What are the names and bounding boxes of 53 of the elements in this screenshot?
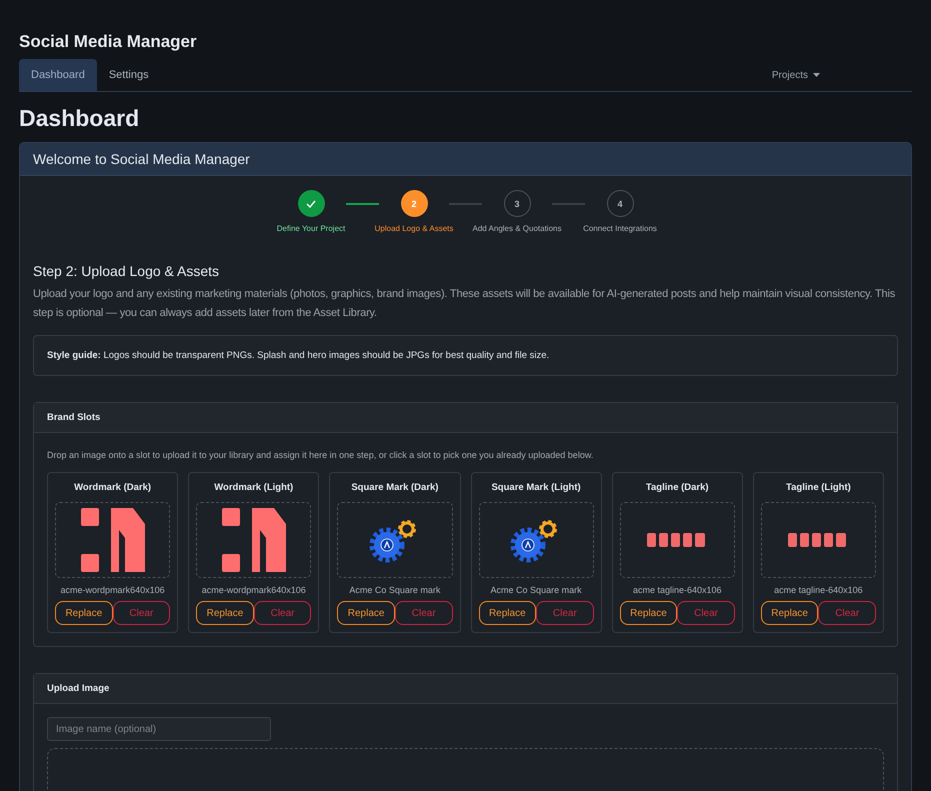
brand-slots-hint: Drop an image onto a slot to upload it to your library and assign it here in one step, or click a slot to pick one you already uploaded below. <box>47 450 594 460</box>
page-title: Dashboard <box>19 104 140 132</box>
step-heading: Step 2: Upload Logo & Assets <box>33 263 220 279</box>
slot-filename: Acme Co Square mark <box>490 585 582 595</box>
panel-title: Upload Image <box>47 683 110 694</box>
image-name-field[interactable]: Image name (optional) <box>47 717 271 741</box>
app-title: Social Media Manager <box>19 32 198 53</box>
step-connector <box>552 203 585 205</box>
slot-filename: acme tagline-640x106 <box>774 585 863 595</box>
slot-dropzone[interactable] <box>337 502 452 578</box>
wordmark-image <box>80 508 145 572</box>
card-title: Welcome to Social Media Manager <box>33 151 250 167</box>
step-number: 4 <box>617 198 622 208</box>
caret-icon <box>813 73 820 77</box>
slot-filename: acme-wordpmark640x106 <box>60 585 165 595</box>
replace-button[interactable]: Replace <box>478 601 536 625</box>
slot-dropzone[interactable] <box>760 502 876 578</box>
replace-button[interactable]: Replace <box>337 601 395 625</box>
step-number: 2 <box>411 198 416 208</box>
replace-button[interactable]: Replace <box>620 601 678 625</box>
step-connector <box>449 203 482 205</box>
check-icon <box>306 200 316 208</box>
style-guide-note: Style guide: Logos should be transparent PNGs. Splash and hero images should be JPGs for best quality and file size. <box>33 335 898 376</box>
nav-tab[interactable]: Dashboard <box>19 59 97 91</box>
step-label: Connect Integrations <box>583 224 657 233</box>
panel-title: Brand Slots <box>47 412 100 423</box>
replace-button[interactable]: Replace <box>55 601 113 625</box>
slot-dropzone[interactable] <box>55 502 170 578</box>
slot-title: Wordmark (Dark) <box>74 482 152 493</box>
slot-title: Wordmark (Light) <box>214 482 294 493</box>
step-number: 3 <box>514 198 520 208</box>
slot-title: Square Mark (Light) <box>491 482 581 493</box>
tagline-image <box>788 533 848 547</box>
step-description: Upload your logo and any existing marketing materials (photos, graphics, brand images). These assets will be available for AI-generated posts and help maintain visual consistency. This step is optional — you can always add assets later from the Asset Library. <box>33 287 896 321</box>
slot-title: Tagline (Light) <box>786 482 851 493</box>
slot-filename: acme-wordpmark640x106 <box>202 585 306 595</box>
step-label: Define Your Project <box>276 224 346 233</box>
replace-button[interactable]: Replace <box>196 601 254 625</box>
step-connector <box>346 203 379 205</box>
slot-filename: Acme Co Square mark <box>349 585 440 595</box>
tagline-image <box>647 533 708 547</box>
nav-tab[interactable]: Settings <box>96 59 161 91</box>
step-label: Add Angles & Quotations <box>472 224 562 233</box>
slot-title: Square Mark (Dark) <box>351 482 438 493</box>
projects-dropdown[interactable]: Projects <box>772 59 820 91</box>
step-label: Upload Logo & Assets <box>374 224 454 233</box>
wordmark-image <box>222 508 286 572</box>
replace-button[interactable]: Replace <box>760 601 818 625</box>
slot-dropzone[interactable] <box>620 502 735 578</box>
slot-title: Tagline (Dark) <box>646 482 709 493</box>
slot-dropzone[interactable] <box>196 502 312 578</box>
slot-dropzone[interactable] <box>478 502 594 578</box>
slot-filename: acme tagline-640x106 <box>632 585 722 595</box>
